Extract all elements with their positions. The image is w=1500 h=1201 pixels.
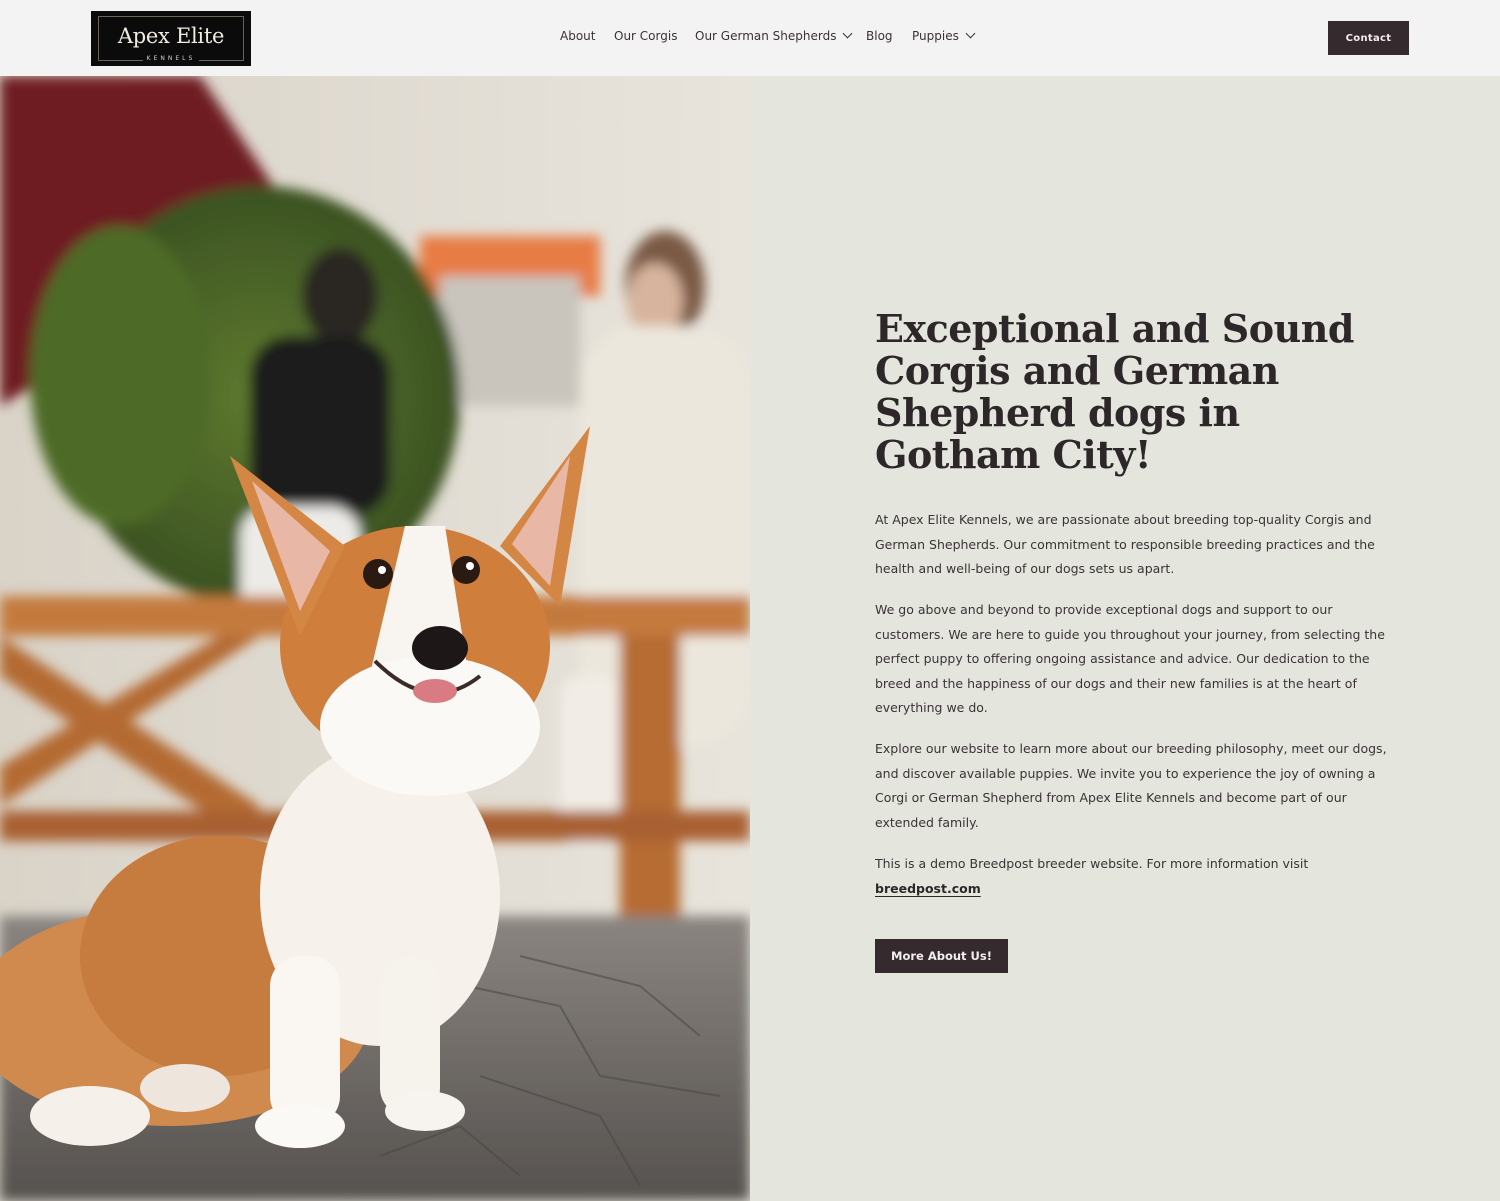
- nav-item-label: About: [560, 29, 596, 43]
- support-paragraph: We go above and beyond to provide except…: [875, 602, 1385, 715]
- about-panel: Exceptional and Sound Corgis and German …: [750, 76, 1500, 1201]
- chevron-down-icon: [965, 28, 976, 38]
- nav-item-about[interactable]: About: [560, 29, 595, 43]
- breedpost-link[interactable]: breedpost.com: [875, 881, 981, 896]
- contact-button[interactable]: Contact: [1328, 21, 1409, 55]
- logo-subtitle-text: KENNELS: [142, 55, 200, 62]
- nav-item-label: Our German Shepherds: [695, 29, 837, 43]
- nav-item-blog[interactable]: Blog: [866, 29, 893, 43]
- hero-image: [0, 76, 750, 1201]
- nav-item-label: Puppies: [912, 29, 959, 43]
- nav-item-our-german-shepherds[interactable]: Our German Shepherds: [695, 28, 853, 43]
- explore-paragraph: Explore our website to learn more about …: [875, 741, 1387, 830]
- logo[interactable]: Apex Elite KENNELS: [91, 11, 251, 66]
- demo-text: This is a demo Breedpost breeder website…: [875, 856, 1309, 871]
- intro-paragraph: At Apex Elite Kennels, we are passionate…: [875, 512, 1375, 576]
- nav-item-label: Our Corgis: [614, 29, 678, 43]
- nav-item-label: Blog: [866, 29, 893, 43]
- corgi-photo-icon: [0, 76, 750, 1201]
- nav-item-puppies[interactable]: Puppies: [912, 28, 976, 43]
- chevron-down-icon: [843, 28, 853, 38]
- site-header: Apex Elite KENNELS About Our Corgis Our …: [0, 0, 1500, 76]
- demo-paragraph: This is a demo Breedpost breeder website…: [875, 852, 1395, 901]
- page-title: Exceptional and Sound Corgis and German …: [875, 306, 1354, 477]
- logo-subtitle: KENNELS: [91, 55, 251, 62]
- more-about-us-button[interactable]: More About Us!: [875, 939, 1008, 973]
- nav-item-our-corgis[interactable]: Our Corgis: [614, 29, 677, 43]
- logo-title: Apex Elite: [117, 24, 225, 48]
